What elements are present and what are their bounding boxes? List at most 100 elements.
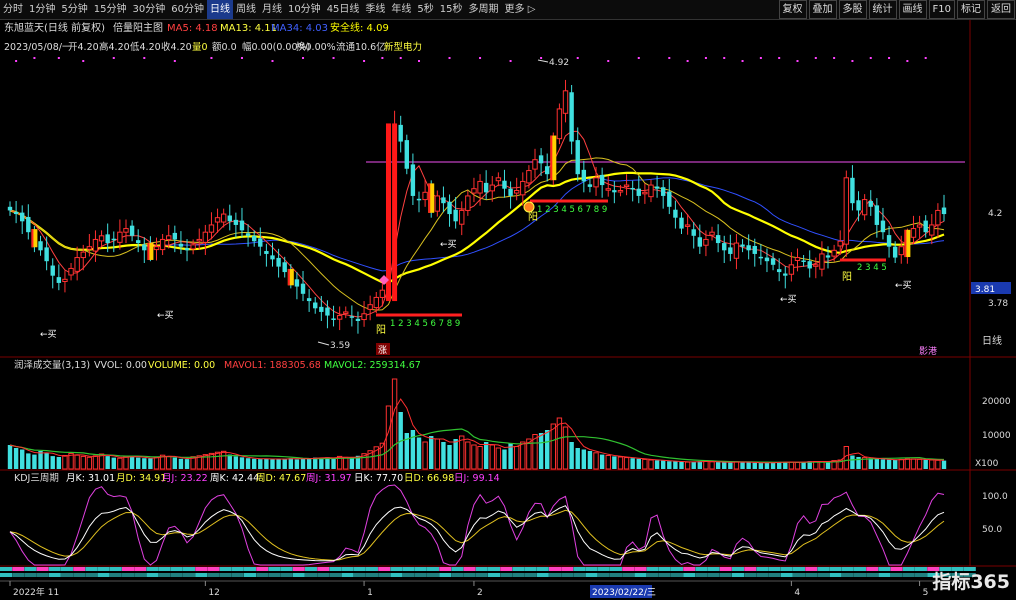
kdj-tick-100: 100.0 xyxy=(982,492,1008,502)
period-tab-8[interactable]: 月线 xyxy=(259,0,285,19)
candle xyxy=(306,289,312,312)
volume-bar xyxy=(910,458,917,470)
volume-bar xyxy=(258,459,263,469)
period-tab-2[interactable]: 5分钟 xyxy=(58,0,90,19)
period-tab-0[interactable]: 分时 xyxy=(0,0,26,19)
tool-button-7[interactable]: 返回 xyxy=(987,0,1015,19)
tool-button-5[interactable]: F10 xyxy=(928,0,955,19)
strip-segment xyxy=(122,567,134,571)
tool-button-4[interactable]: 画线 xyxy=(898,0,927,19)
candle xyxy=(313,297,318,314)
period-tab-16[interactable]: 更多 ▷ xyxy=(502,0,539,19)
tool-button-0[interactable]: 复权 xyxy=(778,0,807,19)
period-tab-1[interactable]: 1分钟 xyxy=(26,0,58,19)
strip-segment xyxy=(244,573,256,577)
period-toolbar: 分时 1分钟 5分钟 15分钟 30分钟 60分钟 日线 周线 月线 10分钟 45日线 季线 年线 5秒… xyxy=(0,0,1016,20)
signal-marker xyxy=(418,60,421,62)
kdj-name: KDJ三周期 xyxy=(14,473,59,484)
period-tab-5[interactable]: 60分钟 xyxy=(168,0,207,19)
candle xyxy=(153,237,160,261)
info-concept: 新型电力 xyxy=(384,41,422,53)
volume-bar xyxy=(178,458,184,469)
period-tab-15[interactable]: 多周期 xyxy=(466,0,502,19)
volume-bar xyxy=(697,461,703,469)
strip-segment xyxy=(793,573,805,577)
candle xyxy=(709,226,715,241)
strip-segment xyxy=(646,567,659,571)
candle xyxy=(98,230,105,247)
strip-segment xyxy=(854,567,866,571)
volume-bar xyxy=(166,455,172,470)
candle xyxy=(294,272,300,300)
period-tab-12[interactable]: 年线 xyxy=(388,0,414,19)
x-label-0: 2022年 11 xyxy=(13,586,59,598)
period-tab-13[interactable]: 5秒 xyxy=(414,0,436,19)
volume-bar xyxy=(648,459,654,470)
volume-bar xyxy=(935,459,941,470)
candle xyxy=(861,194,868,221)
candle xyxy=(142,237,147,263)
tool-button-3[interactable]: 统计 xyxy=(868,0,897,19)
brand-logo: 指标365 xyxy=(932,571,1010,593)
strip-segment xyxy=(0,573,12,577)
volume-bar xyxy=(550,423,557,470)
strip-segment xyxy=(854,573,866,577)
strip-segment xyxy=(463,573,476,577)
candle xyxy=(208,212,215,240)
candle xyxy=(630,180,635,202)
candle xyxy=(117,219,123,250)
period-tab-6[interactable]: 日线 xyxy=(206,0,233,19)
signal-marker xyxy=(33,57,36,59)
period-tab-3[interactable]: 15分钟 xyxy=(91,0,130,19)
ma5-line xyxy=(9,130,945,318)
volume-bar xyxy=(208,452,215,470)
strip-segment xyxy=(585,567,598,571)
volume-bar xyxy=(874,458,880,469)
period-tab-14[interactable]: 15秒 xyxy=(437,0,466,19)
strip-segment xyxy=(292,567,305,571)
buy-signal-3: ←买 xyxy=(440,239,457,250)
period-tab-7[interactable]: 周线 xyxy=(233,0,259,19)
strip-segment xyxy=(146,567,159,571)
strip-segment xyxy=(427,567,439,571)
strip-segment xyxy=(61,567,73,571)
candle xyxy=(26,204,31,240)
volume-bar xyxy=(794,461,801,470)
stock-chart[interactable]: 东旭蓝天(日线 前复权) 倍量阳主图 MA5: 4.18 MA13: 4.11MA… xyxy=(0,20,1016,600)
kdj-k-line xyxy=(9,505,945,562)
candle xyxy=(385,123,391,302)
chart-title: 东旭蓝天(日线 前复权) xyxy=(4,21,105,34)
strip-segment xyxy=(768,573,781,577)
tool-button-6[interactable]: 标记 xyxy=(957,0,985,19)
info-open: 开4.20 xyxy=(68,42,99,53)
strip-segment xyxy=(732,567,744,571)
vol-unit: X100 xyxy=(975,459,999,469)
kdj-label-4: 周D: 47.67 xyxy=(256,473,306,484)
period-tab-11[interactable]: 季线 xyxy=(362,0,388,19)
strip-segment xyxy=(12,567,25,571)
signal-marker xyxy=(637,57,640,59)
strip-segment xyxy=(36,573,49,577)
volume-bar xyxy=(703,461,709,470)
volume-bar xyxy=(758,463,764,469)
low-label: 3.59 xyxy=(330,341,350,351)
volume-bar xyxy=(691,461,696,469)
strip-segment xyxy=(268,573,281,577)
volume-bar xyxy=(251,458,257,469)
strip-segment xyxy=(756,573,769,577)
volume-bar xyxy=(923,459,928,469)
strip-segment xyxy=(549,567,561,571)
period-tab-4[interactable]: 30分钟 xyxy=(129,0,168,19)
period-tab-9[interactable]: 10分钟 xyxy=(285,0,324,19)
tool-button-1[interactable]: 叠加 xyxy=(808,0,837,19)
vol-panel-name: 润泽成交量(3,13) xyxy=(14,359,90,371)
kdj-panel: KDJ三周期 月K: 31.01 月D: 34.91月J: 23.22 周K: 42… xyxy=(9,473,1008,566)
strip-segment xyxy=(24,567,37,571)
strip-segment xyxy=(341,567,354,571)
candle xyxy=(868,190,873,216)
strip-segment xyxy=(414,567,427,571)
period-tab-10[interactable]: 45日线 xyxy=(324,0,363,19)
strip-segment xyxy=(292,573,305,577)
tool-button-2[interactable]: 多股 xyxy=(838,0,867,19)
candle xyxy=(92,230,99,262)
